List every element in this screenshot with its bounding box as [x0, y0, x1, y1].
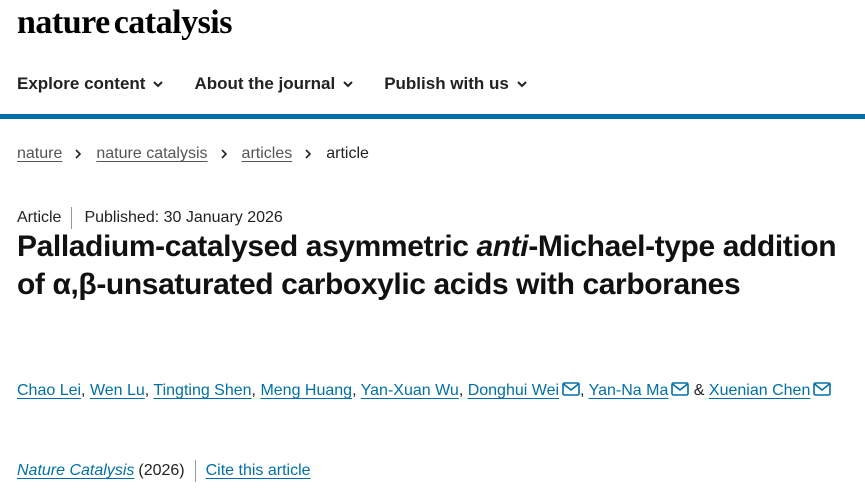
- author-link[interactable]: Yan-Na Ma: [589, 382, 669, 399]
- author-link[interactable]: Donghui Wei: [468, 382, 559, 399]
- main-nav: Explore content About the journal Publis…: [17, 74, 528, 94]
- email-icon[interactable]: [671, 382, 690, 396]
- author-separator: ,: [81, 382, 90, 399]
- citation-divider: [194, 460, 196, 482]
- email-icon[interactable]: [562, 382, 580, 396]
- breadcrumb: nature nature catalysis articles article: [17, 145, 369, 163]
- meta-divider: [71, 207, 73, 229]
- author-list: Chao Lei, Wen Lu, Tingting Shen, Meng Hu…: [17, 373, 852, 408]
- publication-year: (2026): [138, 462, 185, 479]
- header-divider-bar: [0, 114, 865, 119]
- logo-word-nature: nature: [17, 4, 110, 41]
- chevron-right-icon: [220, 149, 227, 159]
- author-separator: ,: [458, 382, 468, 399]
- breadcrumb-articles[interactable]: articles: [242, 145, 293, 163]
- cite-this-article-link[interactable]: Cite this article: [206, 462, 311, 480]
- nav-about-the-journal[interactable]: About the journal: [194, 74, 354, 94]
- chevron-right-icon: [75, 149, 82, 159]
- nav-publish-with-us[interactable]: Publish with us: [384, 74, 528, 94]
- nav-label: About the journal: [194, 74, 336, 93]
- breadcrumb-current: article: [326, 145, 369, 162]
- journal-link[interactable]: Nature Catalysis: [17, 462, 134, 480]
- author-link[interactable]: Tingting Shen: [153, 382, 251, 399]
- chevron-down-icon: [153, 81, 164, 88]
- author-link[interactable]: Yan-Xuan Wu: [361, 382, 459, 399]
- title-italic: anti: [476, 230, 529, 263]
- author-separator: ,: [580, 382, 589, 399]
- nav-label: Publish with us: [384, 74, 509, 93]
- author-link[interactable]: Meng Huang: [260, 382, 352, 399]
- site-logo[interactable]: nature catalysis: [17, 4, 233, 42]
- email-icon[interactable]: [813, 382, 832, 396]
- chevron-down-icon: [343, 81, 353, 88]
- citation-line: Nature Catalysis (2026) Cite this articl…: [17, 460, 311, 482]
- title-part-1: Palladium-catalysed asymmetric: [17, 230, 477, 263]
- breadcrumb-nature[interactable]: nature: [17, 145, 62, 163]
- chevron-down-icon: [517, 81, 527, 88]
- article-title: Palladium-catalysed asymmetric anti-Mich…: [17, 228, 857, 304]
- chevron-right-icon: [305, 149, 312, 159]
- author-link[interactable]: Chao Lei: [17, 382, 81, 399]
- published-date: Published: 30 January 2026: [84, 209, 283, 226]
- author-link[interactable]: Wen Lu: [90, 382, 145, 399]
- author-link[interactable]: Xuenian Chen: [709, 382, 810, 399]
- nav-explore-content[interactable]: Explore content: [17, 74, 164, 94]
- article-meta: Article Published: 30 January 2026: [17, 207, 283, 229]
- breadcrumb-nature-catalysis[interactable]: nature catalysis: [96, 145, 207, 163]
- article-type: Article: [17, 209, 62, 226]
- author-final-separator: &: [689, 382, 709, 399]
- logo-word-catalysis: catalysis: [113, 4, 233, 41]
- author-separator: ,: [352, 382, 361, 399]
- nav-label: Explore content: [17, 74, 146, 93]
